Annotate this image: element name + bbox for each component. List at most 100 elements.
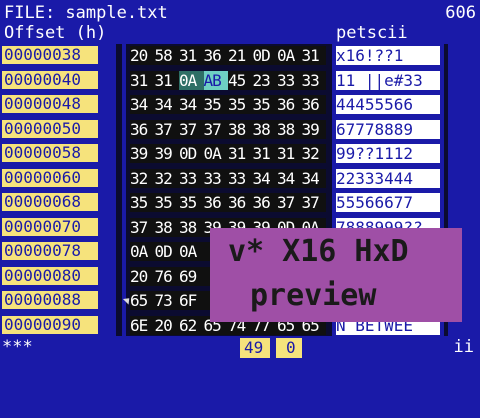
hex-byte-cell[interactable]: 31 bbox=[155, 71, 180, 90]
hex-byte-cell[interactable]: 32 bbox=[155, 169, 180, 188]
hex-byte-cell[interactable]: 36 bbox=[253, 193, 278, 212]
hex-byte-cell[interactable]: 37 bbox=[302, 193, 327, 212]
hex-byte-cell[interactable]: 20 bbox=[155, 316, 180, 335]
status-indicator: *** bbox=[2, 337, 33, 357]
hex-byte-cell[interactable]: 0D bbox=[155, 242, 180, 261]
offset-row: 00000050 bbox=[2, 119, 98, 138]
hex-byte-cell[interactable]: 31 bbox=[277, 144, 302, 163]
hex-byte-cell[interactable]: 45 bbox=[228, 71, 253, 90]
hex-byte-cell[interactable]: 65 bbox=[130, 291, 155, 310]
hex-byte-cell[interactable]: 0A bbox=[277, 46, 302, 65]
hex-byte-cell[interactable]: AB bbox=[203, 70, 228, 90]
petscii-row-text: 55566677 bbox=[336, 193, 414, 212]
hex-byte-cell[interactable]: 32 bbox=[302, 144, 327, 163]
offset-row: 00000088 bbox=[2, 291, 98, 309]
offset-row: 00000040 bbox=[2, 70, 98, 89]
hex-byte-cell[interactable]: 38 bbox=[155, 218, 180, 237]
hex-row: 20 58 31 36 21 0D 0A 31 bbox=[130, 46, 326, 65]
hex-byte-cell[interactable]: 0A bbox=[179, 242, 204, 261]
status-right-label: ii bbox=[453, 337, 474, 357]
hex-byte-cell[interactable]: 32 bbox=[130, 169, 155, 188]
offset-row: 00000058 bbox=[2, 144, 98, 162]
hex-byte-cell[interactable]: 76 bbox=[155, 267, 180, 286]
hex-byte-cell[interactable]: 73 bbox=[155, 291, 180, 310]
hex-byte-cell[interactable]: 0A bbox=[179, 70, 204, 90]
hex-byte-cell[interactable]: 33 bbox=[228, 169, 253, 188]
file-title: FILE: sample.txt bbox=[4, 3, 168, 23]
hex-byte-cell[interactable]: 36 bbox=[130, 120, 155, 139]
hex-byte-cell[interactable]: 35 bbox=[179, 193, 204, 212]
hex-byte-cell[interactable]: 36 bbox=[228, 193, 253, 212]
hex-byte-cell[interactable]: 35 bbox=[204, 95, 229, 114]
hex-byte-cell[interactable]: 6F bbox=[179, 291, 204, 310]
hex-byte-cell[interactable]: 34 bbox=[130, 95, 155, 114]
hex-byte-cell[interactable]: 36 bbox=[204, 193, 229, 212]
petscii-row: 22333444 bbox=[336, 168, 440, 188]
hex-byte-cell[interactable]: 37 bbox=[179, 120, 204, 139]
hex-byte-cell[interactable]: 38 bbox=[277, 120, 302, 139]
hex-byte-cell[interactable]: 33 bbox=[179, 169, 204, 188]
hex-byte-cell[interactable]: 36 bbox=[302, 95, 327, 114]
hex-row: 36 37 37 37 38 38 38 39 bbox=[130, 119, 327, 139]
hex-byte-cell[interactable]: 38 bbox=[253, 120, 278, 139]
preview-overlay-banner: v* X16 HxD preview bbox=[210, 228, 462, 322]
hex-byte-cell[interactable]: 38 bbox=[179, 218, 204, 237]
hex-byte-cell[interactable]: 58 bbox=[155, 46, 180, 65]
hex-byte-cell[interactable]: 34 bbox=[179, 95, 204, 114]
hex-byte-cell[interactable]: 20 bbox=[130, 46, 155, 65]
petscii-row: 11 ||e#33 bbox=[336, 70, 440, 90]
hex-byte-cell[interactable]: 39 bbox=[155, 144, 180, 163]
hex-byte-cell[interactable]: 21 bbox=[228, 46, 253, 65]
hex-byte-cell[interactable]: 35 bbox=[130, 193, 155, 212]
hex-byte-cell[interactable]: 33 bbox=[204, 169, 229, 188]
hex-byte-cell[interactable]: 35 bbox=[228, 95, 253, 114]
hex-row: 39 39 0D 0A 31 31 31 32 bbox=[130, 144, 326, 163]
petscii-row: 99??1112 bbox=[336, 144, 440, 163]
offset-row: 00000090 bbox=[2, 315, 98, 334]
hex-byte-cell[interactable]: 31 bbox=[179, 46, 204, 65]
hex-byte-cell[interactable]: 20 bbox=[130, 267, 155, 286]
offset-row: 00000070 bbox=[2, 217, 98, 236]
hex-byte-cell[interactable]: 0D bbox=[253, 46, 278, 65]
hex-byte-cell[interactable]: 35 bbox=[253, 95, 278, 114]
hex-byte-cell[interactable]: 31 bbox=[302, 46, 327, 65]
hex-byte-cell[interactable]: 31 bbox=[228, 144, 253, 163]
hex-byte-cell[interactable]: 31 bbox=[130, 71, 155, 90]
offset-row: 00000080 bbox=[2, 266, 98, 285]
hex-byte-cell[interactable]: 37 bbox=[204, 120, 229, 139]
hex-byte-cell[interactable]: 36 bbox=[277, 95, 302, 114]
hex-byte-cell[interactable]: 62 bbox=[179, 316, 204, 335]
hex-byte-cell[interactable]: 6E bbox=[130, 316, 155, 335]
hex-byte-cell[interactable]: 37 bbox=[277, 193, 302, 212]
hex-byte-cell[interactable]: 33 bbox=[302, 71, 327, 90]
hex-byte-cell[interactable]: 39 bbox=[130, 144, 155, 163]
offset-row: 00000060 bbox=[2, 168, 98, 187]
hex-byte-cell[interactable]: 31 bbox=[253, 144, 278, 163]
ram-size-indicator: 606 bbox=[445, 3, 476, 23]
hex-byte-cell[interactable]: 33 bbox=[277, 71, 302, 90]
hex-row: 35 35 35 36 36 36 37 37 bbox=[130, 193, 326, 212]
hex-byte-cell[interactable]: 37 bbox=[130, 218, 155, 237]
hex-byte-cell[interactable]: 0A bbox=[130, 242, 155, 261]
hex-byte-cell[interactable]: 69 bbox=[179, 267, 204, 286]
hex-byte-cell[interactable]: 34 bbox=[302, 169, 327, 188]
hex-byte-cell[interactable]: 0D bbox=[179, 144, 204, 163]
hex-byte-cell[interactable]: 36 bbox=[204, 46, 229, 65]
status-separator bbox=[270, 338, 276, 358]
overlay-subtitle-line: preview bbox=[250, 278, 377, 313]
hex-byte-cell[interactable]: 34 bbox=[253, 169, 278, 188]
hex-byte-cell[interactable]: 0A bbox=[204, 144, 229, 163]
hex-byte-cell[interactable]: 37 bbox=[155, 120, 180, 139]
cursor-value-secondary: 0 bbox=[286, 338, 296, 357]
hex-byte-cell[interactable]: 34 bbox=[277, 169, 302, 188]
offset-row: 00000078 bbox=[2, 242, 98, 260]
hex-byte-cell[interactable]: 23 bbox=[253, 71, 278, 90]
column-divider-left bbox=[116, 44, 122, 336]
hex-byte-cell[interactable]: 35 bbox=[155, 193, 180, 212]
hex-byte-cell[interactable]: 34 bbox=[155, 95, 180, 114]
petscii-column-header: petscii bbox=[336, 23, 408, 43]
hex-row: 34 34 34 35 35 35 36 36 bbox=[130, 95, 326, 114]
hex-byte-cell[interactable]: 38 bbox=[228, 120, 253, 139]
petscii-row-text: 67778889 bbox=[336, 119, 414, 139]
hex-byte-cell[interactable]: 39 bbox=[302, 120, 327, 139]
